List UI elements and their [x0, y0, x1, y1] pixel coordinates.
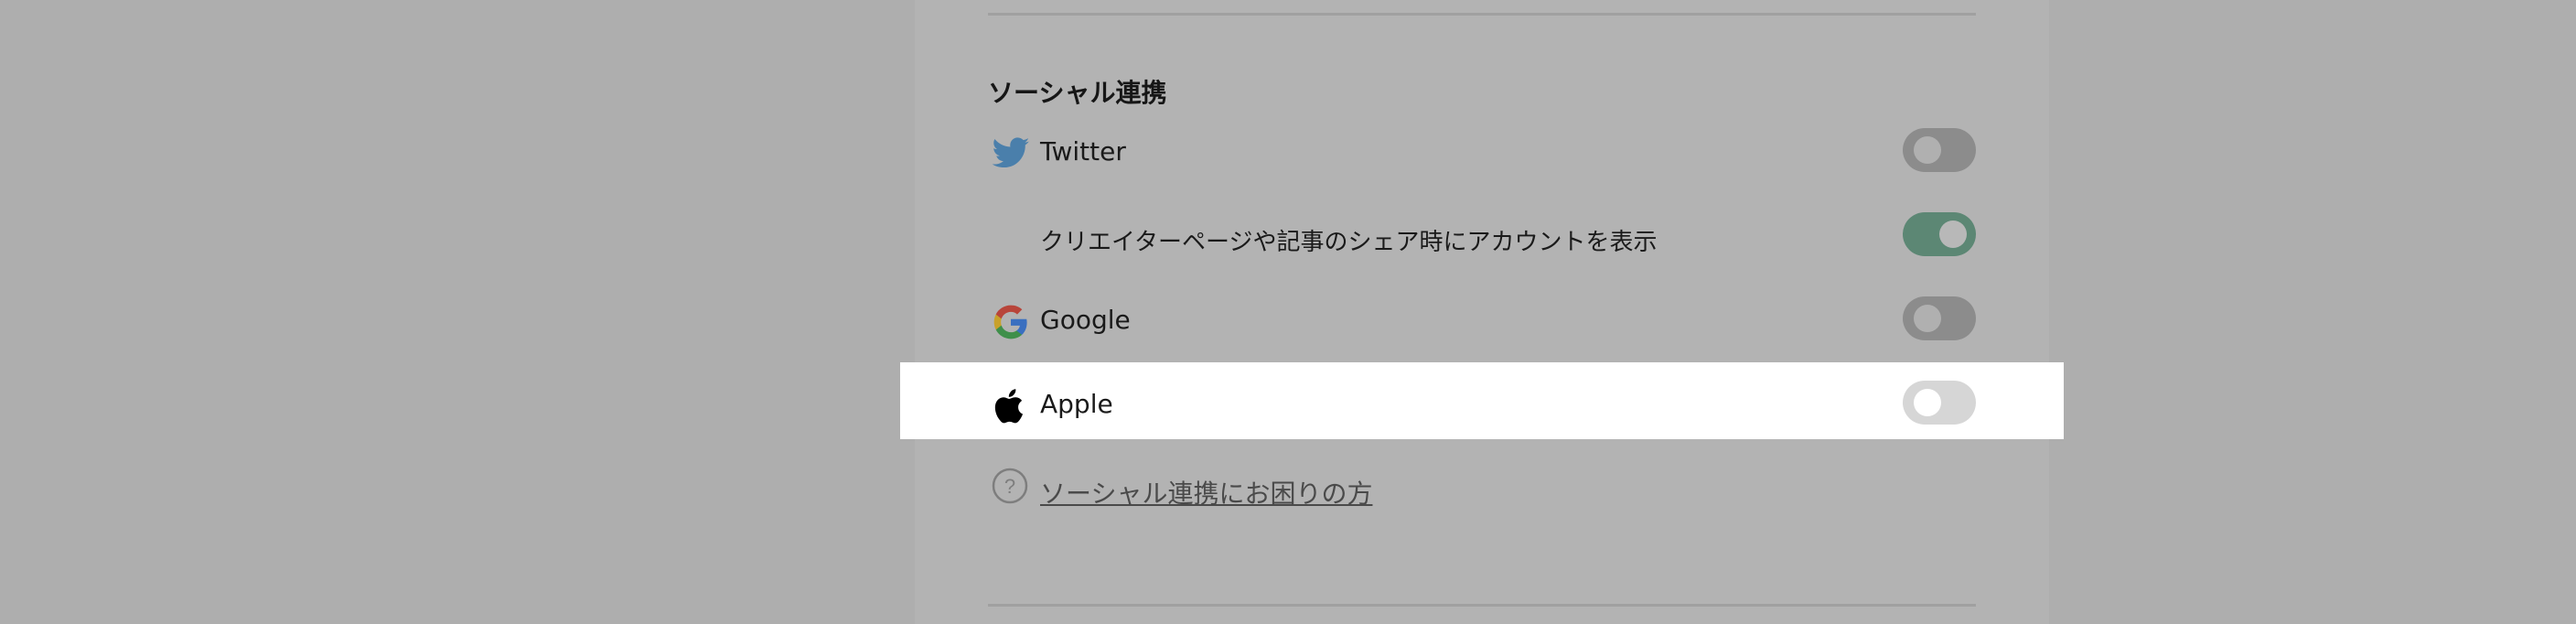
help-row: ? ソーシャル連携にお困りの方 — [988, 467, 1628, 512]
twitter-row: Twitter — [988, 126, 1976, 181]
google-label: Google — [1040, 305, 1131, 335]
toggle-knob — [1939, 221, 1967, 248]
toggle-knob — [1914, 136, 1941, 164]
apple-row: Apple — [988, 379, 1976, 434]
apple-label: Apple — [1040, 389, 1113, 419]
apple-icon — [991, 386, 1031, 426]
twitter-share-row: クリエイターページや記事のシェア時にアカウントを表示 — [988, 210, 1976, 265]
twitter-share-label: クリエイターページや記事のシェア時にアカウントを表示 — [1040, 229, 1658, 256]
bottom-divider — [988, 604, 1976, 607]
toggle-knob — [1914, 389, 1941, 416]
google-icon — [991, 302, 1031, 342]
overlay-left — [0, 0, 915, 624]
google-toggle[interactable] — [1903, 296, 1976, 340]
apple-toggle[interactable] — [1903, 381, 1976, 425]
section-title: ソーシャル連携 — [988, 78, 1167, 108]
twitter-icon — [991, 134, 1031, 174]
overlay-right — [2049, 0, 2576, 624]
twitter-share-toggle[interactable] — [1903, 212, 1976, 256]
help-circle-icon: ? — [991, 467, 1029, 505]
svg-text:?: ? — [1004, 475, 1015, 498]
toggle-knob — [1914, 305, 1941, 332]
top-divider — [988, 13, 1976, 16]
google-row: Google — [988, 295, 1976, 350]
twitter-toggle[interactable] — [1903, 128, 1976, 172]
twitter-label: Twitter — [1040, 136, 1126, 167]
help-link[interactable]: ソーシャル連携にお困りの方 — [1040, 474, 1372, 511]
